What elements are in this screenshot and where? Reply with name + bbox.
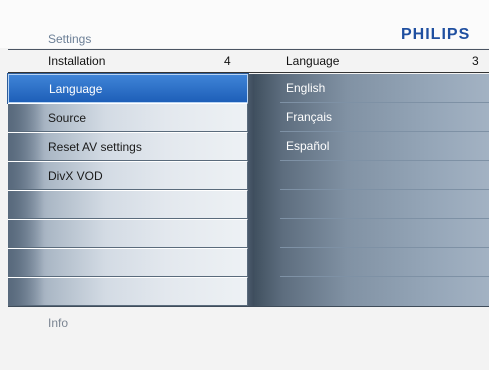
menu-item-label: Source [48,111,87,125]
left-panel-count: 4 [224,54,231,68]
menu-item-label: DivX VOD [48,169,103,183]
option-english[interactable]: English [280,74,489,103]
option-label: Français [286,110,333,124]
menu-item-empty [8,277,248,306]
heading-divider [8,72,489,73]
option-empty [280,219,489,248]
menu-item-reset-av-settings[interactable]: Reset AV settings [8,132,248,161]
menu-item-label: Reset AV settings [48,140,142,154]
info-label: Info [48,316,69,330]
option-empty [280,161,489,190]
menu-item-language[interactable]: Language [8,74,248,103]
option-empty [280,190,489,219]
option-empty [280,277,489,306]
menu-item-source[interactable]: Source [8,103,248,132]
menu-item-empty [8,219,248,248]
left-panel-heading: Installation [48,54,106,68]
brand-logo: PHILIPS [401,26,471,43]
menu-item-empty [8,190,248,219]
option-label: Español [286,139,330,153]
footer-divider [8,306,489,307]
option-empty [280,248,489,277]
option-espanol[interactable]: Español [280,132,489,161]
option-francais[interactable]: Français [280,103,489,132]
page-title: Settings [48,32,92,46]
menu-item-label: Language [49,82,103,96]
right-panel-count: 3 [472,54,479,68]
menu-item-empty [8,248,248,277]
right-panel-heading: Language [286,54,340,68]
option-label: English [286,81,326,95]
menu-item-divx-vod[interactable]: DivX VOD [8,161,248,190]
